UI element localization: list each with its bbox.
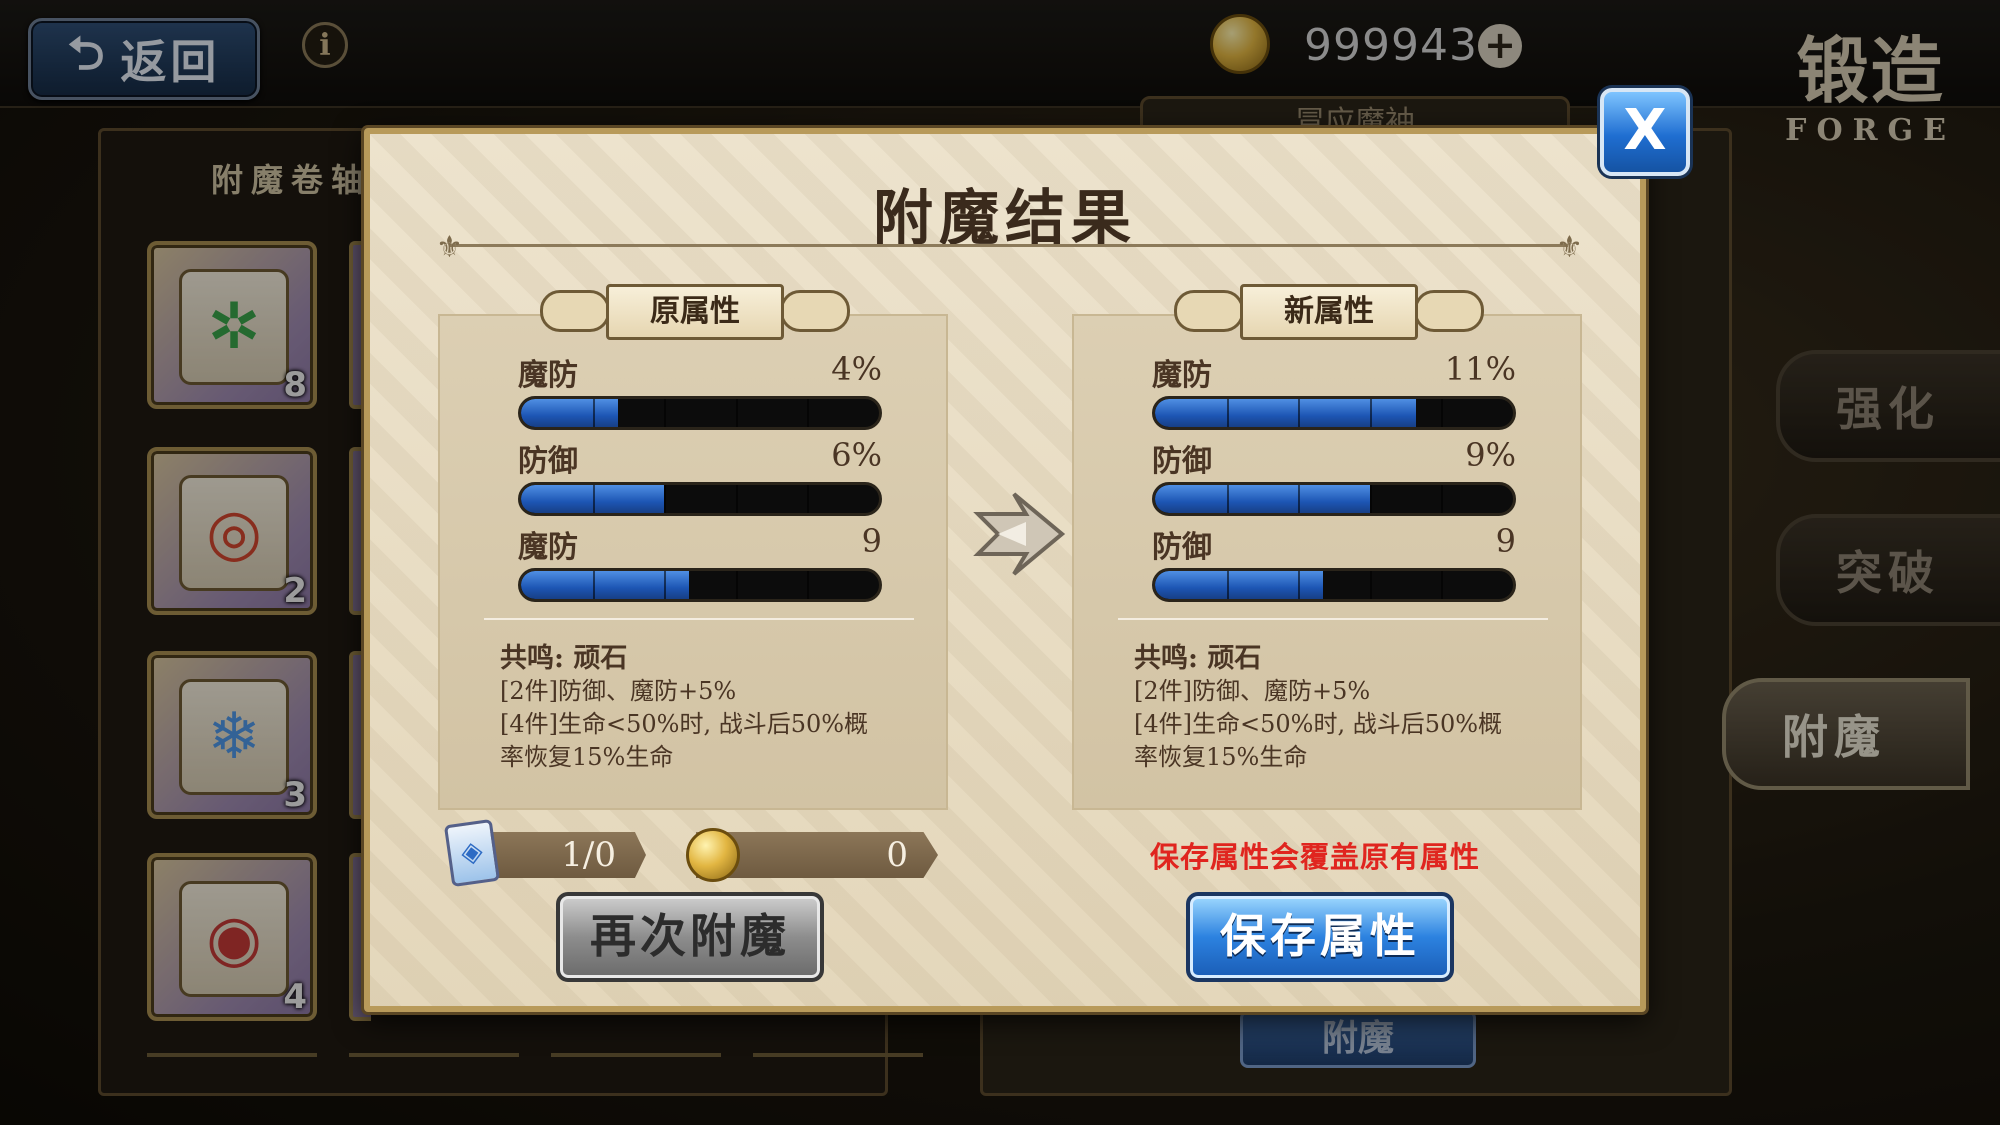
bar-segment: [1369, 399, 1372, 427]
resonance-line: [4件]生命<50%时, 战斗后50%概: [500, 710, 869, 738]
bar-segment: [1298, 571, 1301, 599]
bar-segment: [592, 571, 595, 599]
divider: [1118, 618, 1548, 620]
enchant-scroll-icon: ◈: [443, 818, 501, 888]
stat-value: 11%: [1444, 350, 1516, 388]
title-divider: [450, 244, 1568, 247]
bar-segment: [807, 485, 810, 513]
banner-curl: [540, 290, 610, 332]
save-attributes-button[interactable]: 保存属性: [1186, 892, 1454, 982]
stat-bar-fill: [521, 399, 618, 427]
attr-banner: 原属性: [540, 280, 850, 344]
stat-bar-fill: [1155, 399, 1417, 427]
original-attributes: 原属性 魔防 4% 防御 6% 魔防 9 共鸣: 顽石 [2件]防御、魔防+5%: [438, 284, 948, 810]
bar-segment: [592, 399, 595, 427]
arrow-right-icon: [973, 492, 1066, 576]
bar-segment: [1369, 485, 1372, 513]
bar-segment: [1441, 399, 1444, 427]
resonance-title: 共鸣: 顽石: [1134, 643, 1262, 674]
bar-segment: [664, 485, 667, 513]
attr-banner: 新属性: [1174, 280, 1484, 344]
resonance-line: [4件]生命<50%时, 战斗后50%概: [1134, 710, 1503, 738]
stat-bar: [518, 568, 882, 602]
banner-curl: [1414, 290, 1484, 332]
close-button[interactable]: X: [1600, 88, 1690, 176]
new-attributes-label: 新属性: [1240, 284, 1418, 340]
bar-segment: [1298, 399, 1301, 427]
resonance-line: 率恢复15%生命: [500, 743, 674, 771]
bar-segment: [664, 399, 667, 427]
bar-segment: [1226, 571, 1229, 599]
bar-segment: [807, 399, 810, 427]
overwrite-warning: 保存属性会覆盖原有属性: [1150, 840, 1481, 874]
resonance-line: [2件]防御、魔防+5%: [1134, 677, 1371, 705]
bar-segment: [592, 485, 595, 513]
stat-name: 防御: [1152, 444, 1212, 479]
reroll-enchant-button[interactable]: 再次附魔: [556, 892, 824, 982]
original-attributes-label: 原属性: [606, 284, 784, 340]
bar-segment: [1226, 485, 1229, 513]
bar-segment: [807, 571, 810, 599]
resonance-title: 共鸣: 顽石: [500, 643, 628, 674]
stat-value: 9: [861, 522, 882, 560]
stat-name: 魔防: [1152, 358, 1212, 393]
stat-name: 防御: [518, 444, 578, 479]
bar-segment: [735, 485, 738, 513]
stat-bar: [1152, 396, 1516, 430]
stat-value: 9: [1495, 522, 1516, 560]
stat-bar: [1152, 568, 1516, 602]
bar-segment: [1226, 399, 1229, 427]
gold-coin-icon: [686, 828, 740, 882]
new-attributes: 新属性 魔防 11% 防御 9% 防御 9 共鸣: 顽石 [2件]防御、魔防+5…: [1072, 284, 1582, 810]
stat-name: 防御: [1152, 530, 1212, 565]
stat-bar: [518, 396, 882, 430]
stat-value: 6%: [831, 436, 882, 474]
bar-segment: [1298, 485, 1301, 513]
ornament-icon: ⚜: [436, 230, 463, 265]
resonance-line: 率恢复15%生命: [1134, 743, 1308, 771]
stat-name: 魔防: [518, 358, 578, 393]
ornament-icon: ⚜: [1556, 230, 1583, 265]
resonance-info: 共鸣: 顽石 [2件]防御、魔防+5% [4件]生命<50%时, 战斗后50%概…: [484, 618, 920, 774]
enchant-result-dialog: 附魔结果 ⚜ ⚜ 原属性 魔防 4% 防御 6% 魔防 9 共鸣: 顽石 [2件…: [364, 128, 1646, 1012]
banner-curl: [1174, 290, 1244, 332]
bar-segment: [1441, 571, 1444, 599]
stat-bar: [518, 482, 882, 516]
stat-value: 9%: [1465, 436, 1516, 474]
stat-bar-fill: [1155, 485, 1370, 513]
stat-name: 魔防: [518, 530, 578, 565]
banner-curl: [780, 290, 850, 332]
bar-segment: [1441, 485, 1444, 513]
stat-value: 4%: [831, 350, 882, 388]
bar-segment: [735, 399, 738, 427]
bar-segment: [1369, 571, 1372, 599]
resonance-info: 共鸣: 顽石 [2件]防御、魔防+5% [4件]生命<50%时, 战斗后50%概…: [1118, 618, 1554, 774]
divider: [484, 618, 914, 620]
forge-screen: ⮌ 返回 i 999943 + 锻造 FORGE 附魔卷轴 ✲ 8 ◎ 2 ❄ …: [0, 0, 2000, 1125]
stat-bar: [1152, 482, 1516, 516]
resonance-line: [2件]防御、魔防+5%: [500, 677, 737, 705]
bar-segment: [735, 571, 738, 599]
bar-segment: [664, 571, 667, 599]
